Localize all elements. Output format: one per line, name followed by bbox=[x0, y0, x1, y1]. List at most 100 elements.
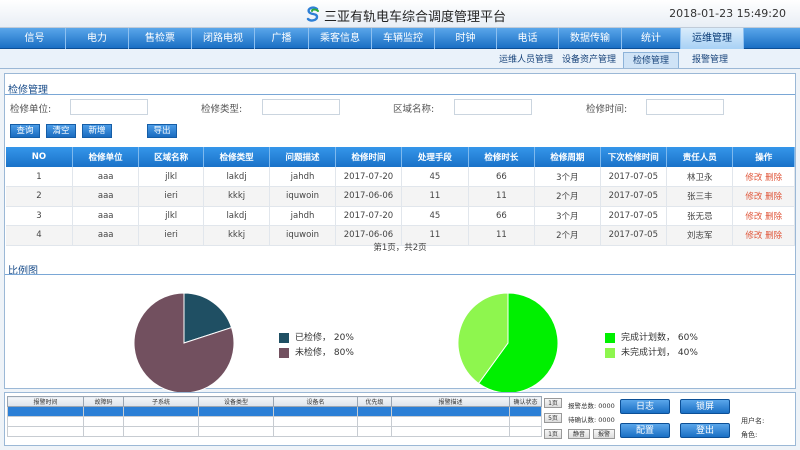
cell-area: jlkl bbox=[138, 167, 204, 187]
cell-type: lakdj bbox=[203, 206, 271, 226]
cell-next: 2017-07-05 bbox=[600, 167, 668, 187]
cell-area: jlkl bbox=[138, 206, 204, 226]
cell-method: 11 bbox=[401, 186, 469, 207]
cell-no: 1 bbox=[6, 167, 73, 187]
col-header: 检修时间 bbox=[335, 147, 403, 167]
legend-item: 完成计划数， 60% bbox=[605, 330, 698, 343]
unit-label: 检修单位: bbox=[10, 104, 52, 115]
subnav-repair[interactable]: 检修管理 bbox=[623, 52, 679, 68]
alarm-row[interactable] bbox=[7, 416, 542, 427]
nav-cctv[interactable]: 闭路电视 bbox=[192, 28, 255, 49]
subnav-staff[interactable]: 运维人员管理 bbox=[496, 52, 556, 68]
alarm-col-header: 确认状态 bbox=[509, 396, 542, 407]
unit-input[interactable] bbox=[70, 99, 148, 115]
legend-label: 未完成计划， 40% bbox=[621, 348, 698, 358]
alarm-button[interactable]: 报警 bbox=[593, 429, 615, 439]
col-header: 检修周期 bbox=[534, 147, 601, 167]
cell-no: 3 bbox=[6, 206, 73, 226]
legend-item: 未检修， 80% bbox=[279, 345, 354, 358]
delete-link[interactable]: 删除 bbox=[765, 231, 782, 241]
delete-link[interactable]: 删除 bbox=[765, 212, 782, 222]
alarm-col-header: 子系统 bbox=[123, 396, 199, 407]
nav-broadcast[interactable]: 广播 bbox=[255, 28, 309, 49]
time-label: 检修时间: bbox=[586, 104, 628, 115]
logout-button[interactable]: 登出 bbox=[680, 423, 730, 438]
subnav-assets[interactable]: 设备资产管理 bbox=[558, 52, 620, 68]
cell-area: ieri bbox=[138, 186, 204, 207]
subnav-alarm[interactable]: 报警管理 bbox=[685, 52, 735, 68]
page-button[interactable]: 1页 bbox=[544, 398, 562, 408]
cell-cycle: 2个月 bbox=[534, 186, 601, 207]
page-button[interactable]: 5页 bbox=[544, 413, 562, 423]
nav-signal[interactable]: 信号 bbox=[4, 28, 66, 49]
cell-unit: aaa bbox=[72, 167, 140, 187]
page-button[interactable]: 1页 bbox=[544, 429, 562, 439]
alarm-table: 报警时间 故障码 子系统 设备类型 设备名 优先级 报警描述 确认状态 bbox=[7, 396, 542, 437]
nav-data-transfer[interactable]: 数据传输 bbox=[559, 28, 622, 49]
app-title: 三亚有轨电车综合调度管理平台 bbox=[324, 10, 507, 25]
nav-operations[interactable]: 运维管理 bbox=[681, 28, 744, 49]
export-button[interactable]: 导出 bbox=[147, 124, 177, 138]
pie-chart-plan bbox=[457, 292, 559, 394]
edit-link[interactable]: 修改 bbox=[745, 173, 762, 183]
type-input[interactable] bbox=[262, 99, 340, 115]
nav-telephone[interactable]: 电话 bbox=[497, 28, 559, 49]
cell-unit: aaa bbox=[72, 186, 140, 207]
time-input[interactable] bbox=[646, 99, 724, 115]
query-button[interactable]: 查询 bbox=[10, 124, 40, 138]
alarm-col-header: 故障码 bbox=[83, 396, 124, 407]
cell-duration: 66 bbox=[468, 206, 536, 226]
delete-link[interactable]: 删除 bbox=[765, 173, 782, 183]
ratio-charts: 已检修， 20% 未检修， 80% 完成计划数， 60% 未完成计划， 40% bbox=[5, 274, 795, 394]
alarm-col-header: 设备名 bbox=[273, 396, 358, 407]
cell-cycle: 3个月 bbox=[534, 167, 601, 187]
alarm-total: 报警总数: 0000 bbox=[568, 402, 615, 410]
type-label: 检修类型: bbox=[201, 104, 243, 115]
pie-chart-repair bbox=[133, 292, 235, 394]
cell-duration: 11 bbox=[468, 186, 536, 207]
legend-label: 完成计划数， 60% bbox=[621, 333, 698, 343]
nav-ticketing[interactable]: 售检票 bbox=[129, 28, 192, 49]
nav-vehicle-monitor[interactable]: 车辆监控 bbox=[372, 28, 435, 49]
table-row[interactable]: 1 aaa jlkl lakdj jahdh 2017-07-20 45 66 … bbox=[6, 167, 795, 187]
col-header: 区域名称 bbox=[138, 147, 204, 167]
cell-actions: 修改 删除 bbox=[732, 167, 795, 187]
cell-no: 2 bbox=[6, 186, 73, 207]
nav-statistics[interactable]: 统计 bbox=[622, 28, 681, 49]
config-button[interactable]: 配置 bbox=[620, 423, 670, 438]
edit-link[interactable]: 修改 bbox=[745, 192, 762, 202]
table-row[interactable]: 2 aaa ieri kkkj iquwoin 2017-06-06 11 11… bbox=[6, 186, 795, 207]
username-label: 用户名: bbox=[741, 417, 765, 425]
cell-method: 45 bbox=[401, 206, 469, 226]
nav-clock[interactable]: 时钟 bbox=[435, 28, 497, 49]
mute-button[interactable]: 静音 bbox=[568, 429, 590, 439]
add-button[interactable]: 新增 bbox=[82, 124, 112, 138]
role-label: 角色: bbox=[741, 431, 758, 439]
cell-desc: iquwoin bbox=[269, 186, 336, 207]
main-nav: 信号 电力 售检票 闭路电视 广播 乘客信息 车辆监控 时钟 电话 数据传输 统… bbox=[0, 28, 800, 49]
alarm-row[interactable] bbox=[7, 406, 542, 417]
col-header: 检修时长 bbox=[468, 147, 536, 167]
cell-method: 45 bbox=[401, 167, 469, 187]
edit-link[interactable]: 修改 bbox=[745, 212, 762, 222]
lock-screen-button[interactable]: 锁屏 bbox=[680, 399, 730, 414]
nav-power[interactable]: 电力 bbox=[66, 28, 129, 49]
nav-passenger-info[interactable]: 乘客信息 bbox=[309, 28, 372, 49]
log-button[interactable]: 日志 bbox=[620, 399, 670, 414]
cell-actions: 修改 删除 bbox=[732, 186, 795, 207]
clear-button[interactable]: 清空 bbox=[46, 124, 76, 138]
cell-actions: 修改 删除 bbox=[732, 206, 795, 226]
legend-swatch bbox=[279, 332, 289, 343]
cell-time: 2017-06-06 bbox=[335, 186, 403, 207]
col-header: 责任人员 bbox=[666, 147, 734, 167]
delete-link[interactable]: 删除 bbox=[765, 192, 782, 202]
col-header: NO bbox=[6, 147, 73, 167]
legend-item: 未完成计划， 40% bbox=[605, 345, 698, 358]
edit-link[interactable]: 修改 bbox=[745, 231, 762, 241]
alarm-row[interactable] bbox=[7, 426, 542, 437]
table-row[interactable]: 3 aaa jlkl lakdj jahdh 2017-07-20 45 66 … bbox=[6, 206, 795, 226]
col-header: 问题描述 bbox=[269, 147, 336, 167]
area-input[interactable] bbox=[454, 99, 532, 115]
cell-time: 2017-07-20 bbox=[335, 167, 403, 187]
table-header-row: NO 检修单位 区域名称 检修类型 问题描述 检修时间 处理手段 检修时长 检修… bbox=[6, 147, 795, 167]
